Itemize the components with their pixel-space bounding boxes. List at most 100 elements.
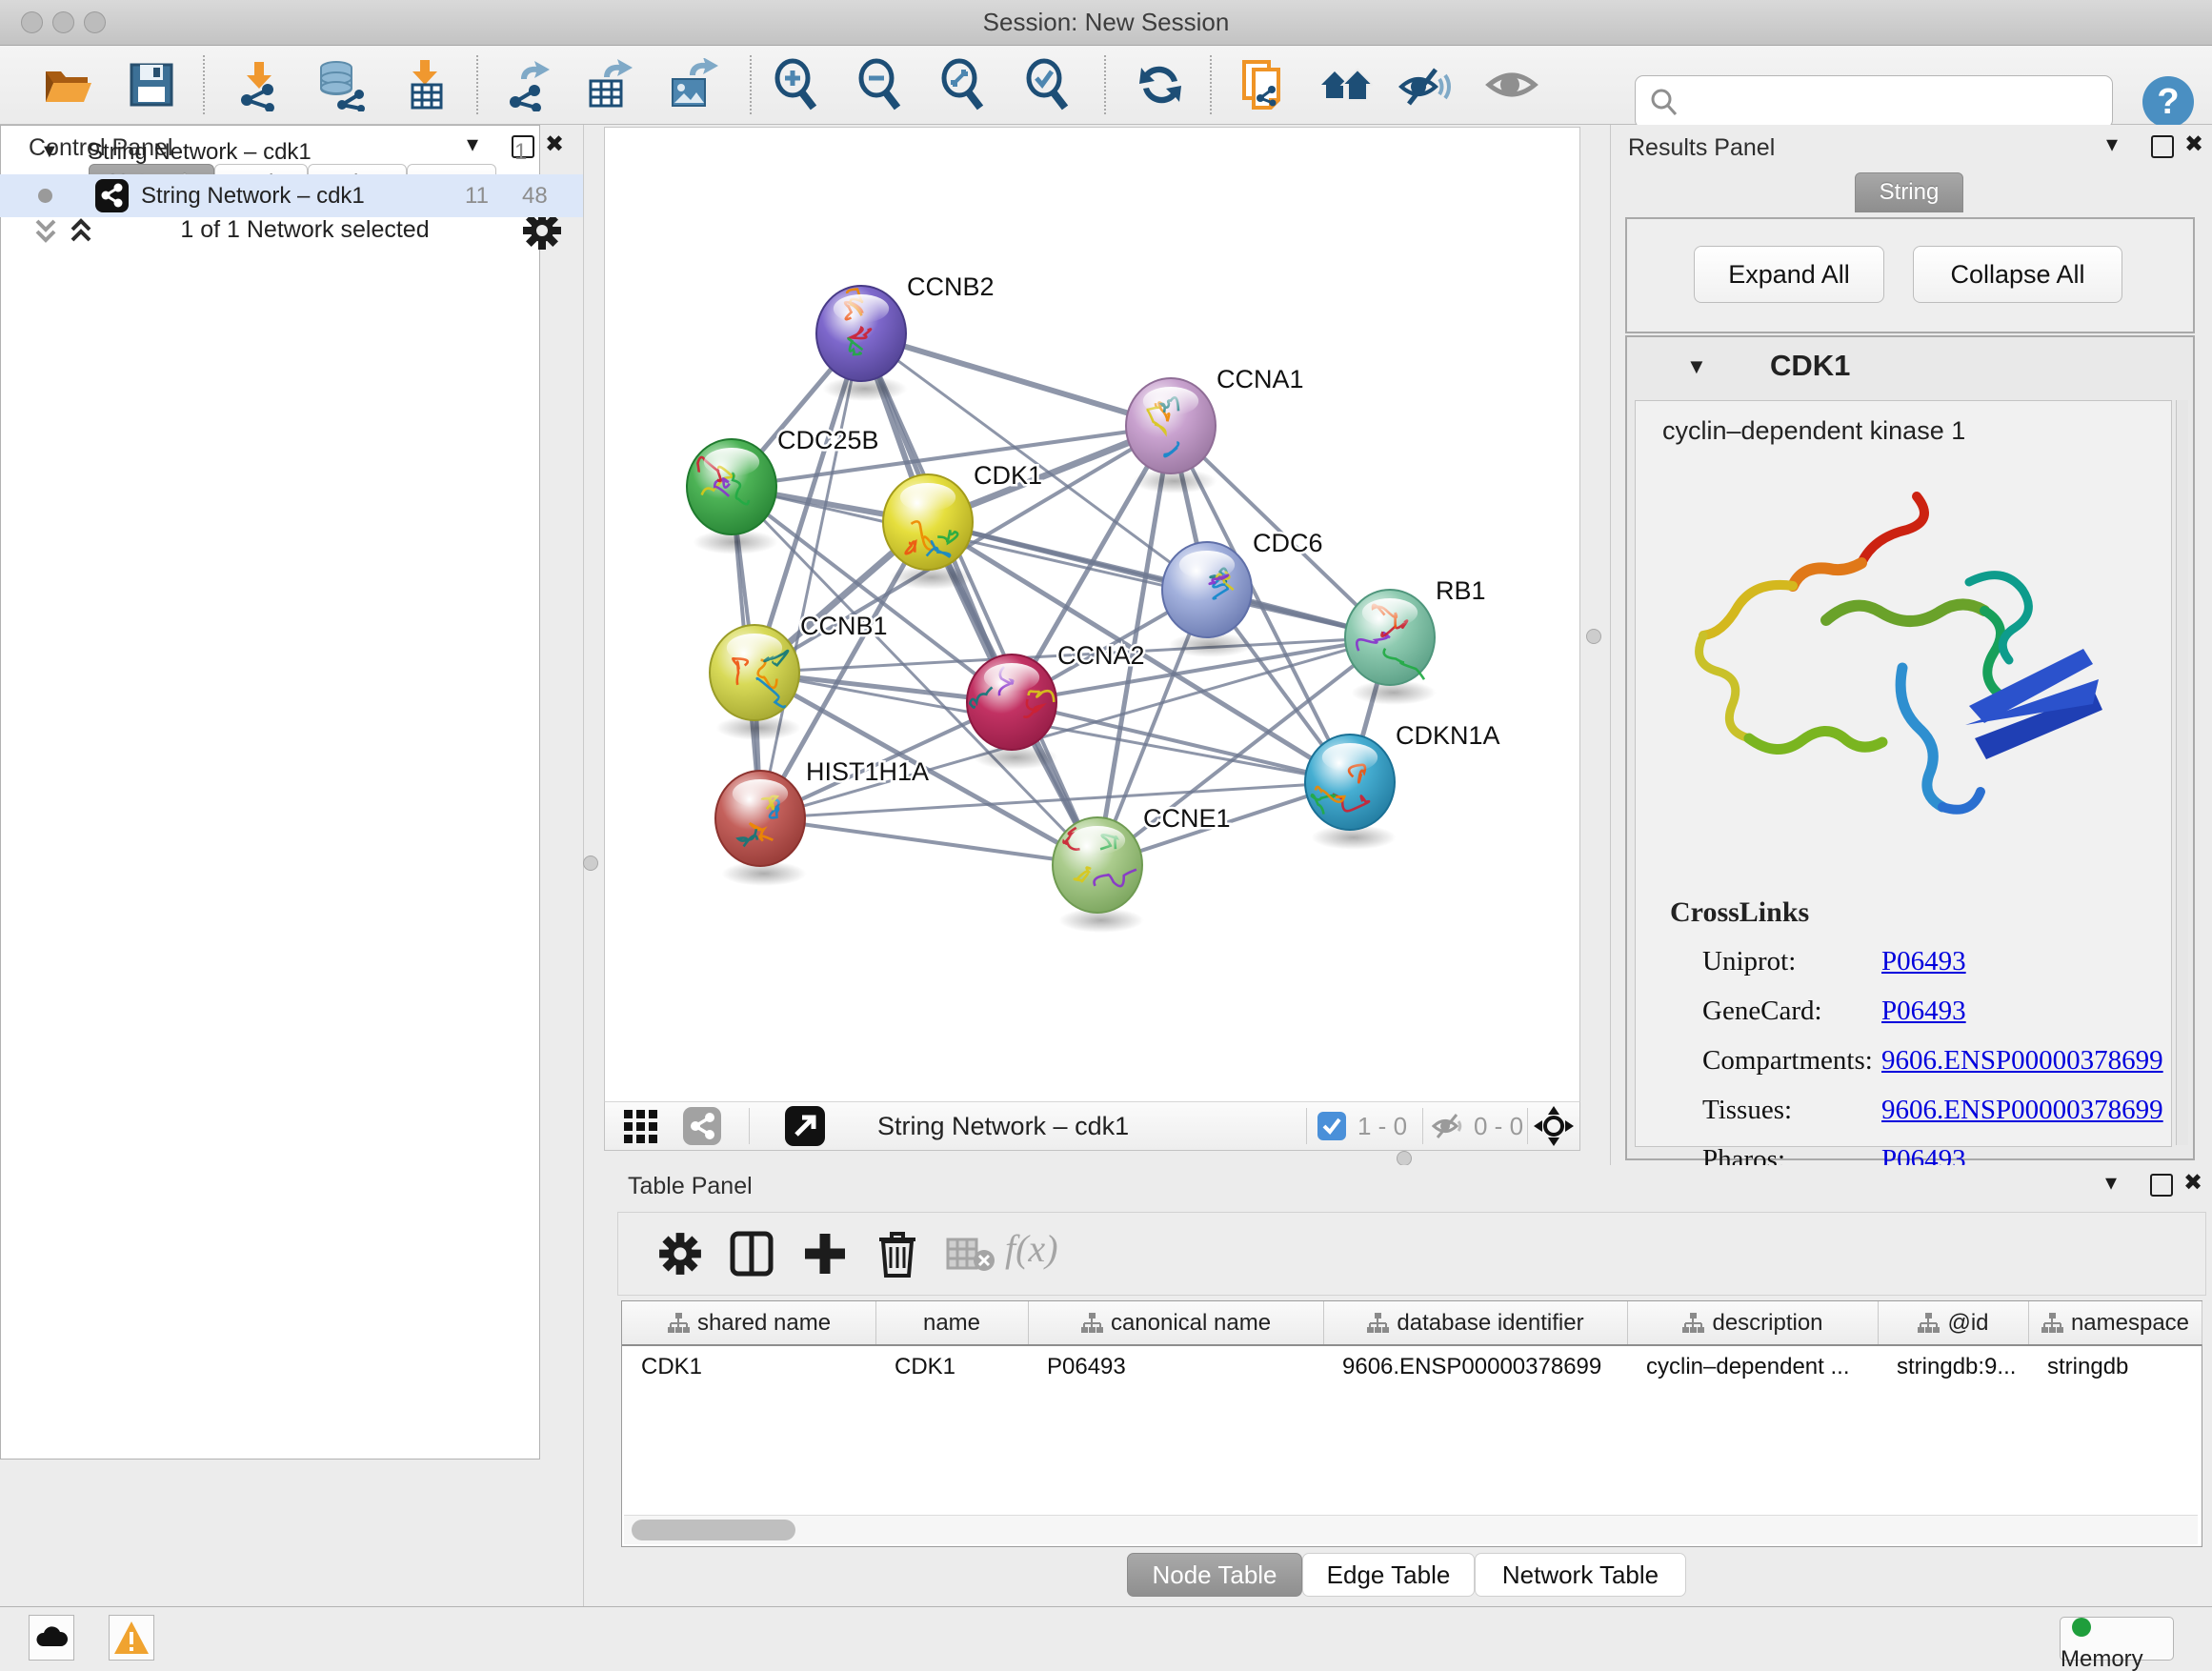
- collapse-section-icon[interactable]: ▼: [1686, 354, 1707, 379]
- expand-all-button[interactable]: Expand All: [1694, 246, 1884, 303]
- warnings-button[interactable]: [109, 1615, 154, 1661]
- column-header-description[interactable]: description: [1627, 1301, 1879, 1344]
- search-input[interactable]: [1635, 75, 2113, 129]
- crosslink-label: Uniprot:: [1702, 946, 1796, 977]
- table-options-gear-icon[interactable]: [658, 1232, 702, 1276]
- network-canvas[interactable]: CCNB2CCNA1CDC25BCDK1CDC6RB1CCNB1CCNA2CDK…: [604, 127, 1580, 1102]
- birdseye-view-icon[interactable]: [624, 1110, 662, 1144]
- tab-network-table[interactable]: Network Table: [1475, 1553, 1686, 1597]
- expand-all-icon[interactable]: [67, 215, 95, 248]
- toolbar-separator: [1104, 55, 1106, 114]
- column-header-name[interactable]: name: [875, 1301, 1029, 1344]
- string-network-graph[interactable]: CCNB2CCNA1CDC25BCDK1CDC6RB1CCNB1CCNA2CDK…: [605, 128, 1579, 1101]
- memory-button[interactable]: Memory: [2060, 1617, 2174, 1661]
- table-toolbar: f(x): [617, 1212, 2206, 1296]
- selected-checkbox-icon[interactable]: [1317, 1112, 1346, 1140]
- cloud-button[interactable]: [29, 1615, 74, 1661]
- network-node-cdc6[interactable]: CDC6: [1162, 529, 1323, 657]
- network-node-ccnb2[interactable]: CCNB2: [816, 272, 995, 401]
- table-cell[interactable]: stringdb:9...: [1897, 1346, 2024, 1388]
- column-header-databaseidentifier[interactable]: database identifier: [1323, 1301, 1628, 1344]
- right-splitter-handle[interactable]: [1586, 629, 1601, 644]
- zoom-fit-icon[interactable]: [936, 58, 990, 111]
- table-panel-close-icon[interactable]: ✖: [2183, 1171, 2202, 1196]
- network-view-title: String Network – cdk1: [877, 1102, 1129, 1150]
- network-node-ccne1[interactable]: CCNE1: [1053, 804, 1231, 933]
- refresh-layout-icon[interactable]: [1134, 58, 1187, 111]
- open-in-window-icon[interactable]: [785, 1106, 825, 1146]
- table-cell[interactable]: P06493: [1047, 1346, 1319, 1388]
- table-cell[interactable]: cyclin–dependent ...: [1646, 1346, 1874, 1388]
- open-session-icon[interactable]: [40, 58, 93, 111]
- network-collection-row[interactable]: ▼ String Network – cdk1 1: [0, 131, 583, 173]
- help-button[interactable]: ?: [2142, 76, 2194, 128]
- delete-column-icon[interactable]: [946, 1236, 995, 1274]
- delete-table-trash-icon[interactable]: [875, 1228, 919, 1279]
- results-panel-menu-icon[interactable]: ▾: [2106, 132, 2118, 157]
- export-image-icon[interactable]: [665, 58, 718, 111]
- show-panels-eye-icon[interactable]: [1485, 58, 1538, 111]
- create-column-plus-icon[interactable]: [801, 1230, 849, 1278]
- network-share-icon[interactable]: [683, 1107, 721, 1145]
- zoom-in-icon[interactable]: [770, 58, 823, 111]
- return-home-icon[interactable]: [1319, 58, 1373, 111]
- hidden-eye-slash-icon[interactable]: [1432, 1114, 1464, 1138]
- network-node-cdkn1a[interactable]: CDKN1A: [1305, 721, 1500, 850]
- table-panel-menu-icon[interactable]: ▾: [2105, 1171, 2117, 1196]
- network-node-ccna1[interactable]: CCNA1: [1126, 365, 1304, 493]
- network-edge[interactable]: [760, 818, 1097, 865]
- column-header-namespace[interactable]: namespace: [2028, 1301, 2202, 1344]
- main-toolbar: ?: [0, 46, 2212, 125]
- tree-expander-icon[interactable]: ▼: [40, 131, 59, 173]
- collapse-all-button[interactable]: Collapse All: [1913, 246, 2122, 303]
- save-session-icon[interactable]: [125, 58, 178, 111]
- crosslink-genecard-link[interactable]: P06493: [1881, 996, 1966, 1027]
- left-splitter-handle[interactable]: [583, 856, 598, 871]
- zoom-selected-icon[interactable]: [1021, 58, 1075, 111]
- table-cell[interactable]: CDK1: [895, 1346, 1024, 1388]
- toolbar-separator: [1422, 1108, 1423, 1144]
- tab-edge-table[interactable]: Edge Table: [1302, 1553, 1475, 1597]
- function-builder-button[interactable]: f(x): [1005, 1226, 1058, 1271]
- crosslink-tissues-link[interactable]: 9606.ENSP00000378699: [1881, 1095, 2163, 1126]
- import-network-file-icon[interactable]: [233, 58, 287, 111]
- zoom-out-icon[interactable]: [854, 58, 907, 111]
- column-header-canonicalname[interactable]: canonical name: [1028, 1301, 1324, 1344]
- collapse-all-icon[interactable]: [31, 215, 60, 248]
- tab-node-table[interactable]: Node Table: [1127, 1553, 1302, 1597]
- table-panel-float-icon[interactable]: [2150, 1174, 2173, 1197]
- hide-panels-eye-slash-icon[interactable]: [1398, 58, 1451, 111]
- export-network-icon[interactable]: [502, 58, 555, 111]
- network-node-cdk1[interactable]: CDK1: [883, 461, 1042, 590]
- column-type-icon: [1917, 1313, 1940, 1334]
- table-cell[interactable]: stringdb: [2047, 1346, 2198, 1388]
- column-type-icon: [1366, 1313, 1389, 1334]
- column-header-id[interactable]: @id: [1878, 1301, 2029, 1344]
- results-panel-float-icon[interactable]: [2151, 135, 2174, 158]
- search-field[interactable]: [1687, 80, 2101, 124]
- crosslink-compartments-link[interactable]: 9606.ENSP00000378699: [1881, 1045, 2163, 1077]
- results-panel-close-icon[interactable]: ✖: [2184, 132, 2203, 157]
- table-cell[interactable]: CDK1: [641, 1346, 872, 1388]
- network-snapshot-icon[interactable]: [1237, 58, 1290, 111]
- collection-label: String Network – cdk1: [88, 131, 312, 173]
- import-table-file-icon[interactable]: [399, 58, 452, 111]
- network-edge[interactable]: [861, 333, 1171, 426]
- network-row-selected[interactable]: String Network – cdk1 11 48: [0, 174, 583, 217]
- show-columns-icon[interactable]: [729, 1230, 774, 1278]
- bottom-splitter-handle[interactable]: [1397, 1151, 1412, 1166]
- table-horizontal-scrollbar[interactable]: [624, 1515, 2198, 1544]
- scrollbar-thumb[interactable]: [632, 1520, 795, 1540]
- column-header-sharedname[interactable]: shared name: [622, 1301, 876, 1344]
- tab-string[interactable]: String: [1855, 172, 1963, 212]
- table-cell[interactable]: 9606.ENSP00000378699: [1342, 1346, 1623, 1388]
- network-node-cdc25b[interactable]: CDC25B: [687, 426, 879, 554]
- network-node-hist1h1a[interactable]: HIST1H1A: [715, 757, 929, 886]
- string-node-details: ▼ CDK1 cyclin–dependent kinase 1: [1625, 335, 2195, 1160]
- results-scrollbar[interactable]: [2176, 400, 2188, 1145]
- fit-content-crosshair-icon[interactable]: [1534, 1106, 1574, 1146]
- network-node-rb1[interactable]: RB1: [1345, 576, 1486, 705]
- crosslink-uniprot-link[interactable]: P06493: [1881, 946, 1966, 977]
- export-table-icon[interactable]: [581, 58, 634, 111]
- import-network-database-icon[interactable]: [313, 58, 367, 111]
